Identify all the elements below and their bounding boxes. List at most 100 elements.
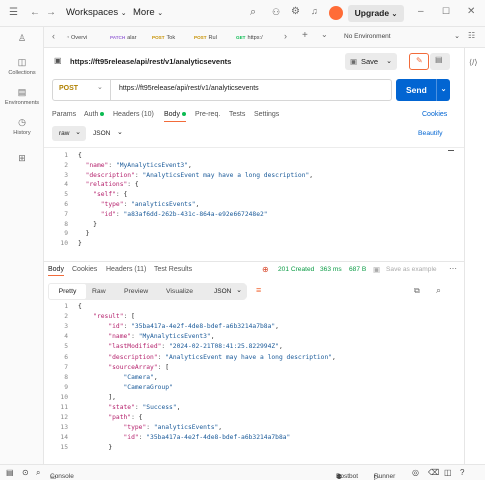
line-number: 1	[64, 152, 68, 159]
beautify-link[interactable]: Beautify	[418, 130, 443, 137]
online-status-icon[interactable]: ⊙	[22, 468, 29, 477]
sidebar-item-history[interactable]: ◷ History	[0, 117, 44, 136]
code-snippet-icon[interactable]: ⟨/⟩	[469, 58, 477, 67]
menu-icon[interactable]: ☰	[9, 7, 18, 18]
line-number: 6	[64, 353, 68, 361]
settings-gear-icon[interactable]: ⚙	[291, 6, 300, 17]
notifications-bell-icon[interactable]: ♫	[311, 6, 318, 16]
close-icon[interactable]: ✕	[467, 6, 475, 17]
chevron-right-icon[interactable]: ›	[284, 31, 287, 41]
new-tab-plus-icon[interactable]: +	[302, 30, 308, 41]
request-body-editor[interactable]: 1{2 "name": "MyAnalyticsEvent3", 3 "descr…	[44, 147, 464, 255]
tab-auth[interactable]: Auth	[84, 111, 105, 118]
send-button[interactable]: Send ⌄	[396, 79, 450, 101]
view-mode-visualize[interactable]: Visualize	[166, 283, 193, 300]
chevron-down-icon: ⌄	[117, 129, 123, 136]
line-number: 6	[64, 201, 68, 208]
tab-patch[interactable]: PATCH alar	[110, 31, 150, 45]
code-text: "type": "analyticsEvents",	[100, 201, 200, 208]
more-options-icon[interactable]: ⋯	[449, 264, 457, 273]
line-number: 7	[64, 363, 68, 371]
search-icon[interactable]: ⌕	[250, 6, 256, 19]
invite-user-icon[interactable]: ⚇	[272, 7, 280, 18]
tab-body[interactable]: Body	[164, 111, 186, 122]
edit-button[interactable]: ✎	[409, 53, 429, 70]
find-replace-icon[interactable]: ⌕	[36, 468, 40, 478]
minimize-icon[interactable]: –	[418, 6, 424, 17]
tab-post-token[interactable]: POST Tok	[152, 31, 192, 45]
request-title[interactable]: https://ft95release/api/rest/v1/analytic…	[70, 57, 231, 66]
tab-get[interactable]: GET https:/	[236, 31, 276, 45]
line-number: 9	[64, 230, 68, 238]
response-tab-headers[interactable]: Headers (11)	[106, 266, 146, 273]
code-line: 2 "result": [	[44, 313, 464, 323]
workspaces-menu[interactable]: Workspaces ⌄	[66, 7, 127, 18]
layout-icon[interactable]: ◫	[444, 468, 452, 477]
globe-network-icon[interactable]: ⊕	[262, 265, 269, 274]
cookie-icon[interactable]: ◎	[412, 468, 419, 477]
tab-overview[interactable]: ◔ Overvi	[66, 31, 106, 45]
response-divider[interactable]	[44, 261, 464, 262]
environments-icon: ▤	[17, 87, 27, 97]
sidebar-item-configure[interactable]: ⊞	[0, 153, 44, 166]
tab-settings[interactable]: Settings	[254, 111, 279, 118]
save-as-example-button[interactable]: Save as example	[386, 266, 437, 273]
tab-post-rules[interactable]: POST Rul	[194, 31, 234, 45]
help-icon[interactable]: ?	[460, 468, 464, 477]
environment-quick-look-icon[interactable]: ☷	[468, 31, 475, 40]
response-tab-body[interactable]: Body	[48, 266, 64, 276]
trash-icon[interactable]: ⌫	[428, 468, 439, 477]
tab-tests[interactable]: Tests	[229, 111, 245, 118]
sidebar-item-collections[interactable]: ◫ Collections	[0, 57, 44, 76]
avatar[interactable]	[329, 6, 343, 20]
tabs-dropdown-icon[interactable]: ⌄	[321, 30, 328, 39]
view-mode-raw[interactable]: Raw	[92, 283, 106, 300]
maximize-icon[interactable]: ☐	[442, 6, 450, 17]
forward-arrow-icon[interactable]: →	[46, 7, 56, 18]
cookies-link[interactable]: Cookies	[422, 111, 447, 118]
line-number: 2	[64, 313, 68, 321]
sidebar-item-environments[interactable]: ▤ Environments	[0, 87, 44, 106]
search-icon[interactable]: ⌕	[436, 285, 441, 296]
back-arrow-icon[interactable]: ←	[30, 7, 40, 18]
body-mode-select[interactable]: raw ⌄	[52, 126, 86, 141]
line-number: 8	[64, 373, 68, 381]
response-tab-cookies[interactable]: Cookies	[72, 266, 97, 273]
tab-label: https:/	[247, 35, 263, 41]
code-text: "relations": {	[85, 181, 139, 189]
environment-select[interactable]: No Environment ⌄	[344, 33, 462, 40]
comment-icon: ▤	[435, 55, 443, 64]
method-select[interactable]: POST ⌄	[53, 80, 111, 100]
save-disk-icon[interactable]: ▣	[373, 265, 380, 274]
editor-scrollbar[interactable]	[448, 150, 454, 160]
response-size[interactable]: 687 B	[349, 266, 366, 273]
right-panel-divider	[464, 48, 465, 464]
view-mode-preview[interactable]: Preview	[124, 283, 148, 300]
tab-pre-request[interactable]: Pre-req.	[195, 111, 220, 118]
comments-button[interactable]: ▤	[430, 53, 450, 70]
response-language-select[interactable]: JSON ⌄	[207, 284, 247, 299]
chevron-left-icon[interactable]: ‹	[52, 31, 55, 41]
response-tab-test-results[interactable]: Test Results	[154, 266, 192, 273]
view-mode-pretty[interactable]: Pretty	[49, 284, 86, 299]
upgrade-button[interactable]: Upgrade ⌄	[348, 5, 404, 22]
line-number: 9	[64, 383, 68, 391]
body-language-select[interactable]: JSON ⌄	[93, 126, 129, 141]
grid-add-icon: ⊞	[18, 153, 26, 163]
copy-icon[interactable]: ⧉	[414, 286, 420, 296]
sidebar-toggle-icon[interactable]: ▤	[6, 468, 14, 477]
response-time[interactable]: 363 ms	[320, 266, 342, 273]
more-menu[interactable]: More ⌄	[133, 7, 163, 18]
tab-params[interactable]: Params	[52, 111, 76, 118]
filter-lines-icon[interactable]: ≡	[256, 285, 261, 295]
postbot-label: Postbot	[336, 473, 359, 480]
response-body-viewer[interactable]: 1{2 "result": [3 "id": "35ba417a-4e2f-4d…	[44, 301, 464, 463]
save-button[interactable]: ▣ Save ⌄	[345, 53, 397, 70]
tab-headers[interactable]: Headers (10)	[113, 111, 154, 118]
upgrade-label: Upgrade	[354, 8, 390, 18]
send-options-chevron-icon[interactable]: ⌄	[436, 79, 450, 101]
more-label: More	[133, 7, 155, 18]
sidebar-item-profile[interactable]: ♙	[0, 33, 44, 46]
url-input[interactable]: https://ft95release/api/rest/v1/analytic…	[119, 85, 259, 92]
response-status[interactable]: 201 Created	[278, 266, 314, 273]
